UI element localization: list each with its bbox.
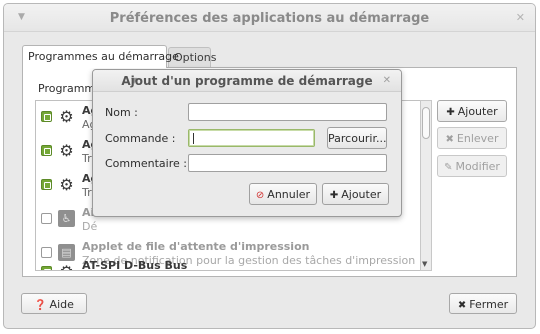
gear-icon: ⚙ xyxy=(59,107,74,126)
close-button-label: Fermer xyxy=(469,298,509,311)
close-icon: ✖ xyxy=(457,300,467,311)
dialog-title: Ajout d'un programme de démarrage xyxy=(121,74,373,88)
gear-icon: ⚙ xyxy=(58,263,75,270)
program-title: Applet de file d'attente d'impression xyxy=(82,240,310,253)
gear-icon: ⚙ xyxy=(59,141,74,160)
enabled-checkbox[interactable] xyxy=(41,179,52,190)
remove-icon: ✖ xyxy=(445,134,454,145)
program-description: Dé xyxy=(82,220,98,233)
dialog-titlebar[interactable]: ▼ Ajout d'un programme de démarrage ✕ xyxy=(93,70,401,92)
tab-startup-programs[interactable]: Programmes au démarrage xyxy=(22,45,179,68)
help-button-label: Aide xyxy=(49,298,74,311)
edit-button[interactable]: ✎ Modifier xyxy=(437,155,507,177)
window-title: Préférences des applications au démarrag… xyxy=(109,11,430,26)
cancel-button-label: Annuler xyxy=(267,188,311,201)
add-button[interactable]: ✚ Ajouter xyxy=(437,100,507,122)
add-button-label: Ajouter xyxy=(457,105,498,118)
command-field[interactable] xyxy=(188,129,315,147)
scrollbar-thumb[interactable] xyxy=(422,107,430,139)
close-icon[interactable]: ✕ xyxy=(516,11,525,24)
plus-icon: ✚ xyxy=(329,190,339,201)
name-label: Nom : xyxy=(105,106,138,119)
name-field[interactable] xyxy=(188,103,387,121)
dialog-add-button-label: Ajouter xyxy=(341,188,382,201)
enabled-checkbox[interactable] xyxy=(41,111,52,122)
dialog-add-button[interactable]: ✚ Ajouter xyxy=(322,183,389,205)
enabled-checkbox[interactable] xyxy=(41,266,52,270)
enabled-checkbox[interactable] xyxy=(41,213,52,224)
edit-icon: ✎ xyxy=(444,162,453,173)
list-item[interactable]: ⚙ AT-SPI D-Bus Bus xyxy=(36,256,418,271)
command-label: Commande : xyxy=(105,132,176,145)
plus-icon: ✚ xyxy=(446,107,455,118)
scroll-down-icon[interactable]: ▼ xyxy=(422,260,427,268)
add-startup-program-dialog: ▼ Ajout d'un programme de démarrage ✕ No… xyxy=(92,69,402,217)
remove-button-label: Enlever xyxy=(456,132,499,145)
browse-button-label: Parcourir... xyxy=(328,132,387,145)
enabled-checkbox[interactable] xyxy=(41,145,52,156)
edit-button-label: Modifier xyxy=(455,160,500,173)
accessibility-icon: ♿ xyxy=(58,210,75,227)
list-scrollbar[interactable]: ▼ xyxy=(420,100,432,271)
cancel-button[interactable]: ⊘ Annuler xyxy=(249,183,317,205)
window-titlebar[interactable]: ▼ Préférences des applications au démarr… xyxy=(4,4,535,32)
help-icon: ❓ xyxy=(34,300,47,311)
comment-field[interactable] xyxy=(188,154,387,172)
remove-button[interactable]: ✖ Enlever xyxy=(437,127,507,149)
gear-icon: ⚙ xyxy=(59,175,74,194)
text-caret xyxy=(193,133,194,144)
close-button[interactable]: ✖ Fermer xyxy=(449,293,517,314)
comment-label: Commentaire : xyxy=(105,157,187,170)
program-title: AT-SPI D-Bus Bus xyxy=(82,259,188,271)
browse-button[interactable]: Parcourir... xyxy=(327,127,387,149)
cancel-icon: ⊘ xyxy=(255,190,265,201)
help-button[interactable]: ❓ Aide xyxy=(21,293,87,314)
close-icon[interactable]: ✕ xyxy=(383,75,391,86)
